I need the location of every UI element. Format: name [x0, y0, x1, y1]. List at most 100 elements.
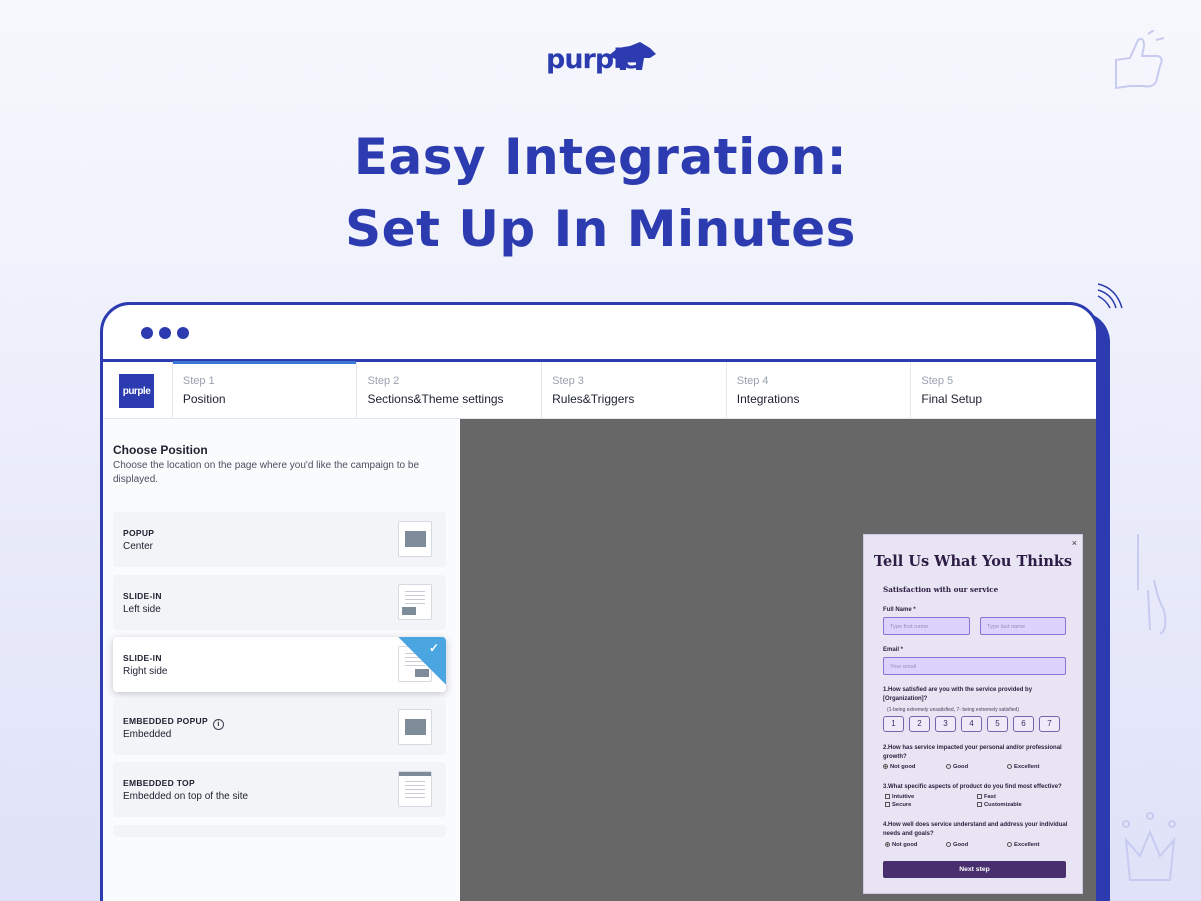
survey-slide-in-preview: × Tell Us What You Thinks Satisfaction w… [863, 534, 1083, 894]
checkbox-icon [977, 794, 982, 799]
window-dot[interactable] [177, 327, 189, 339]
full-name-label: Full Name * [883, 607, 916, 613]
checkbox-option[interactable]: Customizable [977, 802, 1022, 808]
radio-label: Not good [890, 764, 916, 770]
last-name-input[interactable]: Type last name [980, 617, 1066, 635]
step-2-tab[interactable]: Step 2 Sections&Theme settings [357, 362, 543, 419]
first-name-input[interactable]: Type first name [883, 617, 970, 635]
radio-icon [946, 842, 951, 847]
option-type: EMBEDDED POPUP i [123, 716, 224, 730]
cursor-doodle-icon [1137, 534, 1167, 635]
step-number: Step 5 [921, 375, 954, 387]
close-icon[interactable]: × [1072, 538, 1077, 548]
option-type-label: EMBEDDED POPUP [123, 716, 208, 726]
radio-option[interactable]: Good [946, 764, 968, 770]
option-type: SLIDE-IN [123, 591, 162, 601]
step-1-tab[interactable]: Step 1 Position [172, 361, 358, 419]
next-step-button[interactable]: Next step [883, 861, 1066, 878]
checkmark-icon: ✓ [428, 641, 439, 655]
checkbox-icon [977, 802, 982, 807]
step-label: Sections&Theme settings [367, 392, 504, 406]
option-slide-in-right[interactable]: SLIDE-IN Right side ✓ [113, 637, 446, 692]
checkbox-label: Secure [892, 802, 912, 808]
step-label: Final Setup [921, 392, 983, 406]
option-subtitle: Embedded [123, 729, 172, 740]
email-input[interactable]: Your email [883, 657, 1066, 675]
step-label: Integrations [736, 392, 800, 406]
option-type: EMBEDDED TOP [123, 778, 195, 788]
position-panel: Choose Position Choose the location on t… [103, 419, 460, 901]
step-4-tab[interactable]: Step 4 Integrations [727, 362, 912, 419]
rating-option[interactable]: 6 [1013, 716, 1034, 732]
survey-subtitle: Satisfaction with our service [883, 585, 999, 594]
checkbox-option[interactable]: Secure [885, 802, 911, 808]
radio-label: Good [953, 764, 969, 770]
window-dot[interactable] [141, 327, 153, 339]
radio-icon [946, 764, 951, 769]
survey-title: Tell Us What You Thinks [873, 553, 1073, 570]
app-logo-cell: purple [103, 362, 173, 419]
option-subtitle: Left side [123, 604, 161, 615]
checkbox-label: Intuitive [892, 794, 915, 800]
radio-option[interactable]: Good [946, 842, 968, 848]
step-label: Position [182, 392, 226, 406]
rating-option[interactable]: 7 [1039, 716, 1060, 732]
option-subtitle: Embedded on top of the site [123, 791, 249, 802]
radio-icon [1007, 764, 1012, 769]
option-type: SLIDE-IN [123, 653, 162, 663]
checkbox-label: Fast [984, 794, 996, 800]
window-controls [141, 327, 189, 339]
thumbs-up-doodle-icon [1115, 30, 1165, 90]
embedded-top-thumbnail-icon [398, 771, 432, 807]
radio-icon [1007, 842, 1012, 847]
option-embedded-popup[interactable]: EMBEDDED POPUP i Embedded [113, 700, 446, 755]
question-1-hint: (1-being extremely unsatisfied, 7- being… [887, 707, 1020, 713]
window-dot[interactable] [159, 327, 171, 339]
radio-label: Excellent [1014, 764, 1040, 770]
step-number: Step 3 [552, 375, 584, 387]
headline-line-2: Set Up In Minutes [345, 200, 856, 258]
checkbox-label: Customizable [984, 802, 1022, 808]
radio-label: Not good [892, 842, 918, 848]
option-slide-in-left[interactable]: SLIDE-IN Left side [113, 575, 446, 630]
rating-option[interactable]: 4 [961, 716, 982, 732]
radio-option[interactable]: Excellent [1007, 842, 1039, 848]
option-subtitle: Right side [123, 666, 168, 677]
checkbox-icon [885, 802, 890, 807]
checkbox-option[interactable]: Fast [977, 794, 996, 800]
radio-label: Excellent [1014, 842, 1040, 848]
crown-doodle-icon [1122, 812, 1176, 881]
question-3: 3.What specific aspects of product do yo… [883, 784, 1062, 790]
radio-option[interactable]: Not good [885, 842, 917, 848]
rating-option[interactable]: 5 [987, 716, 1008, 732]
option-next-partial[interactable] [113, 825, 446, 837]
checkbox-option[interactable]: Intuitive [885, 794, 914, 800]
browser-window: purple Step 1 Position Step 2 Sections&T… [100, 302, 1099, 901]
panel-description: Choose the location on the page where yo… [113, 460, 420, 485]
rating-option[interactable]: 3 [935, 716, 956, 732]
app-logo: purple [119, 374, 154, 408]
option-subtitle: Center [123, 541, 154, 552]
embedded-popup-thumbnail-icon [398, 709, 432, 745]
question-2: 2.How has service impacted your personal… [883, 745, 1062, 760]
step-5-tab[interactable]: Step 5 Final Setup [911, 362, 1096, 419]
question-4: 4.How well does service understand and a… [883, 822, 1068, 837]
checkbox-icon [885, 794, 890, 799]
step-label: Rules&Triggers [552, 392, 635, 406]
email-label: Email * [883, 647, 904, 653]
radio-label: Good [953, 842, 969, 848]
step-number: Step 1 [182, 375, 215, 387]
radio-selected-icon [883, 764, 888, 769]
step-3-tab[interactable]: Step 3 Rules&Triggers [542, 362, 727, 419]
option-embedded-top[interactable]: EMBEDDED TOP Embedded on top of the site [113, 762, 446, 817]
info-icon[interactable]: i [212, 719, 224, 730]
radio-option[interactable]: Excellent [1007, 764, 1039, 770]
popup-center-thumbnail-icon [398, 521, 432, 557]
rating-option[interactable]: 1 [883, 716, 904, 732]
preview-canvas: × Tell Us What You Thinks Satisfaction w… [460, 419, 1096, 901]
rating-scale: 1 2 3 4 5 6 7 [883, 716, 1060, 732]
option-popup-center[interactable]: POPUP Center [113, 512, 446, 567]
question-1: 1.How satisfied are you with the service… [883, 687, 1033, 702]
radio-option[interactable]: Not good [883, 764, 915, 770]
rating-option[interactable]: 2 [909, 716, 930, 732]
